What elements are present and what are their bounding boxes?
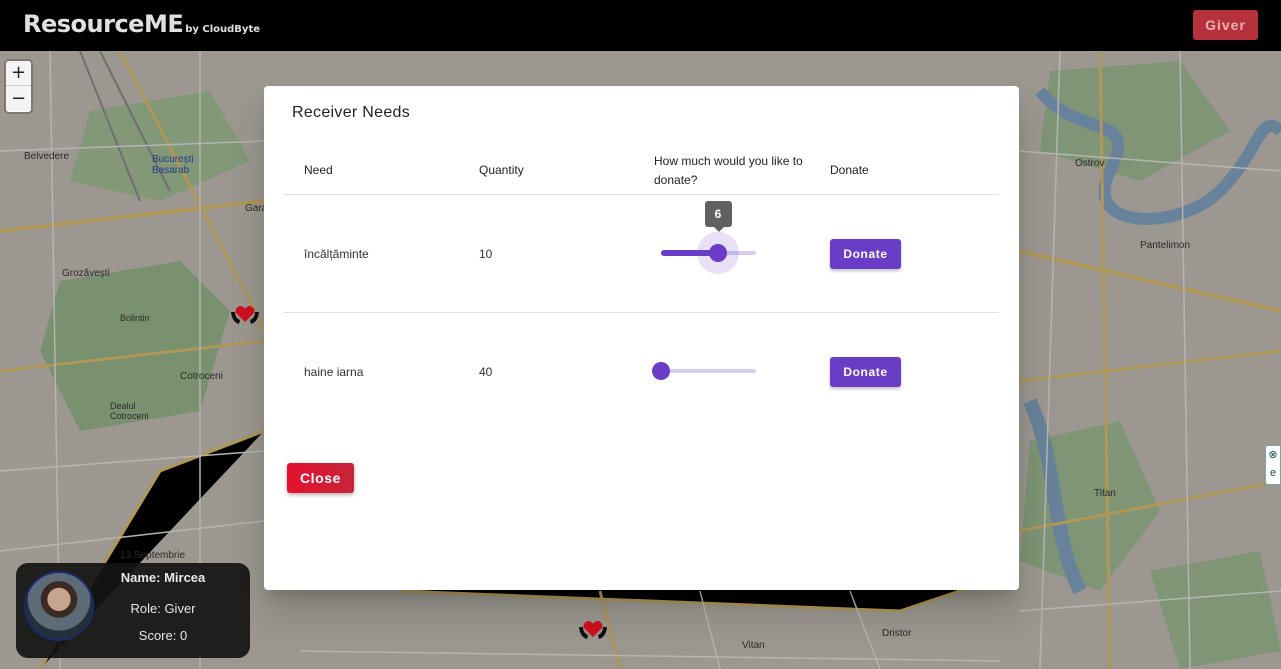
- user-profile-card: Name: Mircea Role: Giver Score: 0: [16, 563, 250, 658]
- heart-hands-marker-icon[interactable]: [230, 304, 260, 326]
- slider-value-tooltip: 6: [704, 201, 732, 232]
- header-divider: [284, 194, 999, 195]
- zoom-out-button[interactable]: −: [6, 86, 31, 111]
- donate-button[interactable]: Donate: [830, 239, 901, 269]
- slider-rail: [661, 369, 756, 373]
- role-button[interactable]: Giver: [1193, 10, 1258, 40]
- map-label: Bolintin: [120, 313, 150, 323]
- close-button[interactable]: Close: [287, 463, 354, 493]
- quantity-cell: 10: [479, 247, 493, 261]
- map-label: Cotroceni: [180, 371, 223, 382]
- donate-button[interactable]: Donate: [830, 357, 901, 387]
- brand-name: ResourceME: [23, 10, 184, 38]
- slider-thumb[interactable]: [652, 362, 670, 380]
- need-cell: haine iarna: [304, 365, 364, 379]
- zoom-control: + −: [6, 61, 31, 112]
- row-divider: [284, 312, 999, 313]
- avatar: [24, 571, 94, 641]
- map-label: Pantelimon: [1140, 240, 1191, 251]
- top-app-bar: ResourceME by CloudByte Giver: [0, 0, 1281, 51]
- receiver-needs-dialog: Receiver Needs Need Quantity How much wo…: [264, 86, 1019, 590]
- donate-amount-slider[interactable]: 6: [661, 201, 756, 274]
- profile-name: Name: Mircea: [120, 570, 206, 585]
- map-label: Grozăvești: [62, 268, 110, 279]
- map-label: 13 Septembrie: [120, 550, 186, 561]
- map-label: Dealul Cotroceni: [110, 401, 149, 421]
- column-header-quantity: Quantity: [479, 163, 524, 177]
- need-cell: încălțăminte: [304, 247, 369, 261]
- donate-amount-slider[interactable]: [652, 361, 756, 381]
- map-label: Ostrov: [1075, 158, 1105, 169]
- profile-role: Role: Giver: [130, 601, 196, 616]
- edge-icon[interactable]: e: [1266, 464, 1280, 482]
- close-circle-icon[interactable]: ⊗: [1266, 446, 1280, 464]
- map-label: București Basarab: [152, 154, 194, 176]
- column-header-need: Need: [304, 163, 333, 177]
- map-label: Vitan: [742, 640, 765, 651]
- zoom-in-button[interactable]: +: [6, 61, 31, 86]
- extension-icons: ⊗ e: [1265, 445, 1281, 485]
- map-label: Dristor: [882, 628, 912, 639]
- slider-thumb[interactable]: [709, 244, 727, 262]
- map-label: Belvedere: [24, 151, 70, 162]
- map-label: Titan: [1094, 488, 1116, 499]
- column-header-donate: Donate: [830, 163, 869, 177]
- column-header-donate-amount: How much would you like to donate?: [654, 154, 803, 187]
- profile-score: Score: 0: [138, 628, 188, 643]
- quantity-cell: 40: [479, 365, 493, 379]
- brand-logo: ResourceME by CloudByte: [23, 10, 260, 38]
- dialog-title: Receiver Needs: [292, 104, 411, 121]
- brand-sub: by CloudByte: [185, 24, 261, 35]
- heart-hands-marker-icon[interactable]: [578, 619, 608, 641]
